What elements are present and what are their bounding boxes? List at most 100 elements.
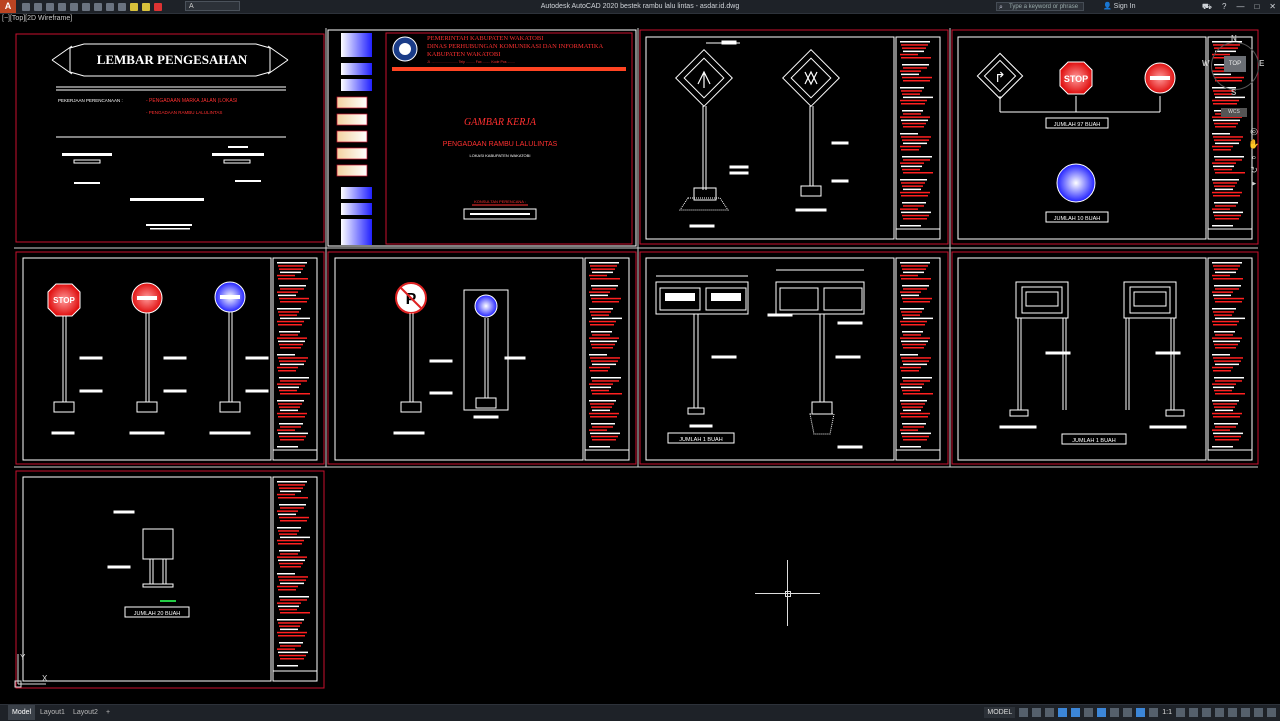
compass-east[interactable]: E bbox=[1259, 59, 1264, 68]
plot-icon[interactable] bbox=[94, 2, 102, 11]
transparency-icon[interactable] bbox=[1123, 708, 1133, 717]
approval-work-label: PEKERJAAN PERENCANAAN : bbox=[58, 98, 123, 103]
web-open-icon[interactable] bbox=[70, 2, 78, 11]
viewport-controls[interactable]: [−][Top][2D Wireframe] bbox=[2, 14, 72, 24]
annotation-icon[interactable] bbox=[1149, 708, 1159, 717]
cart-icon[interactable]: ⛟ bbox=[1202, 0, 1212, 13]
close-icon[interactable]: ✕ bbox=[1269, 0, 1276, 13]
sheet-cover: PEMERINTAH KABUPATEN WAKATOBI DINAS PERH… bbox=[327, 29, 637, 247]
quick-properties-icon[interactable] bbox=[1215, 708, 1224, 717]
tab-layout1[interactable]: Layout1 bbox=[36, 705, 69, 720]
save-icon[interactable] bbox=[46, 2, 54, 11]
cover-address: Jl. ........................... Telp ...… bbox=[427, 60, 515, 64]
maximize-icon[interactable]: □ bbox=[1254, 0, 1259, 13]
sign-in-button[interactable]: 👤 Sign In bbox=[1103, 0, 1135, 13]
showmotion-icon[interactable]: ▸ bbox=[1248, 178, 1260, 188]
autocad-logo-icon[interactable]: A bbox=[0, 0, 16, 13]
user-icon: 👤 bbox=[1103, 3, 1112, 10]
search-icon: ⌕ bbox=[999, 4, 1003, 11]
cover-gov2: DINAS PERHUBUNGAN KOMUNIKASI DAN INFORMA… bbox=[427, 43, 604, 50]
viewcube[interactable]: N S W E TOP WCS bbox=[1202, 34, 1265, 120]
layer-dropdown[interactable]: A bbox=[185, 1, 240, 11]
quick-access-toolbar bbox=[22, 1, 162, 12]
workspace-icon[interactable] bbox=[1176, 708, 1185, 717]
cover-gov3: KABUPATEN WAKATOBI bbox=[427, 51, 500, 58]
status-bar: Model Layout1 Layout2 + MODEL 1:1 bbox=[0, 704, 1280, 721]
open-icon[interactable] bbox=[34, 2, 42, 11]
sheet-direction-board-2: JUMLAH 1 BUAH bbox=[951, 251, 1259, 465]
svg-text:Y: Y bbox=[20, 653, 26, 662]
grid-icon[interactable] bbox=[1019, 708, 1029, 717]
title-block bbox=[1207, 257, 1253, 461]
units-icon[interactable] bbox=[1202, 708, 1211, 717]
turn-arrow: ↱ bbox=[994, 69, 1006, 85]
annotation-scale[interactable]: 1:1 bbox=[1162, 709, 1172, 716]
customization-icon[interactable] bbox=[1267, 708, 1276, 717]
total-97: JUMLAH 97 BUAH bbox=[1054, 122, 1100, 128]
pan-icon[interactable]: ✋ bbox=[1248, 139, 1260, 149]
osnap-tracking-icon[interactable] bbox=[1084, 708, 1094, 717]
tab-add[interactable]: + bbox=[102, 705, 114, 720]
cover-location: LOKASI KABUPATEN WAKATOBI bbox=[470, 153, 531, 158]
drawing-canvas[interactable]: LEMBAR PENGESAHAN PEKERJAAN PERENCANAAN … bbox=[0, 24, 1280, 704]
sheet-no-parking: P bbox=[327, 251, 637, 465]
snap-icon[interactable] bbox=[1032, 708, 1042, 717]
title-blocks bbox=[272, 36, 1253, 682]
isolate-objects-icon[interactable] bbox=[1228, 708, 1237, 717]
clean-screen-icon[interactable] bbox=[1254, 708, 1263, 717]
window-title: Autodesk AutoCAD 2020 bestek rambu lalu … bbox=[540, 3, 740, 10]
approval-title: LEMBAR PENGESAHAN bbox=[97, 52, 248, 67]
tab-layout2[interactable]: Layout2 bbox=[69, 705, 102, 720]
approval-work-line1: - PENGADAAN MARKA JALAN (LOKASI bbox=[146, 98, 237, 104]
help-icon[interactable]: ? bbox=[1222, 0, 1226, 13]
light-bulb-icon[interactable] bbox=[130, 2, 138, 11]
polar-icon[interactable] bbox=[1058, 708, 1068, 717]
sheet-three-poles: STOP bbox=[15, 251, 325, 465]
svg-text:X: X bbox=[42, 674, 48, 683]
undo-icon[interactable] bbox=[106, 2, 114, 11]
tab-model[interactable]: Model bbox=[8, 705, 36, 720]
title-block bbox=[895, 257, 941, 461]
zoom-icon[interactable]: ⌕ bbox=[1248, 152, 1260, 162]
compass-west[interactable]: W bbox=[1202, 59, 1210, 68]
save-as-icon[interactable] bbox=[58, 2, 66, 11]
new-icon[interactable] bbox=[22, 2, 30, 11]
sun-icon[interactable] bbox=[142, 2, 150, 11]
web-save-icon[interactable] bbox=[82, 2, 90, 11]
redo-icon[interactable] bbox=[118, 2, 126, 11]
layer-color-icon[interactable] bbox=[154, 2, 162, 11]
total-1a: JUMLAH 1 BUAH bbox=[679, 437, 722, 443]
status-tools: MODEL 1:1 bbox=[984, 705, 1276, 720]
stop-sign-text-2: STOP bbox=[53, 296, 75, 305]
title-block bbox=[272, 257, 318, 461]
viewcube-top-face[interactable]: TOP bbox=[1224, 56, 1246, 72]
crosshair-pickbox bbox=[785, 591, 791, 597]
window-controls: ⛟ ? — □ ✕ bbox=[1202, 0, 1276, 13]
wcs-menu[interactable]: WCS bbox=[1221, 108, 1247, 117]
cover-gov1: PEMERINTAH KABUPATEN WAKATOBI bbox=[427, 35, 543, 42]
compass-south[interactable]: S bbox=[1231, 88, 1236, 97]
lineweight-icon[interactable] bbox=[1110, 708, 1120, 717]
hardware-acceleration-icon[interactable] bbox=[1241, 708, 1250, 717]
title-bar: A A Autodesk AutoCAD 2020 bestek rambu l… bbox=[0, 0, 1280, 14]
cover-sub-title: PENGADAAN RAMBU LALULINTAS bbox=[443, 141, 558, 148]
navigation-bar: ◎ ✋ ⌕ ↻ ▸ bbox=[1248, 126, 1262, 191]
approval-work-line2: - PENGADAAN RAMBU LALULINTAS bbox=[146, 110, 222, 115]
selection-cycling-icon[interactable] bbox=[1136, 708, 1146, 717]
total-10: JUMLAH 10 BUAH bbox=[1054, 216, 1100, 222]
isodraft-icon[interactable] bbox=[1071, 708, 1081, 717]
annotation-monitor-icon[interactable] bbox=[1189, 708, 1198, 717]
search-input[interactable]: ⌕ Type a keyword or phrase bbox=[996, 2, 1084, 11]
model-space-toggle[interactable]: MODEL bbox=[984, 707, 1016, 718]
osnap-icon[interactable] bbox=[1097, 708, 1107, 717]
orbit-icon[interactable]: ↻ bbox=[1248, 165, 1260, 175]
minimize-icon[interactable]: — bbox=[1236, 0, 1244, 13]
cover-main-title: GAMBAR KERJA bbox=[464, 117, 537, 128]
title-block bbox=[272, 476, 318, 682]
cover-consultant: KONSULTAN PERENCANA : bbox=[474, 199, 526, 204]
steering-wheel-icon[interactable]: ◎ bbox=[1248, 126, 1260, 136]
compass-north[interactable]: N bbox=[1231, 34, 1237, 43]
title-block bbox=[895, 36, 941, 240]
ortho-icon[interactable] bbox=[1045, 708, 1055, 717]
total-1b: JUMLAH 1 BUAH bbox=[1072, 438, 1115, 444]
